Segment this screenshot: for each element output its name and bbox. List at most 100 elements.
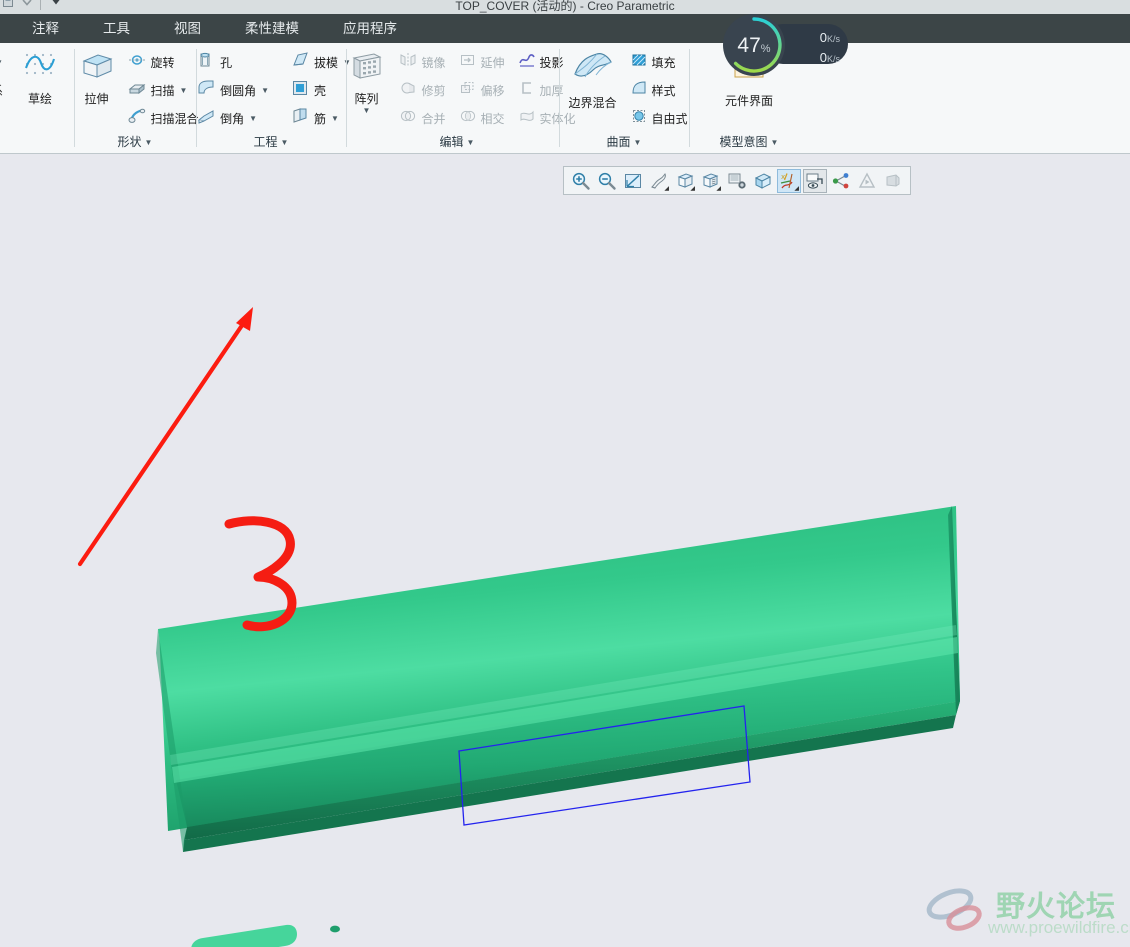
title-bar: TOP_COVER (活动的) - Creo Parametric: [0, 0, 1130, 14]
fill-label: 填充: [651, 55, 676, 70]
intersect-label: 相交: [480, 111, 505, 126]
chevron-down-icon[interactable]: ◢: [794, 185, 799, 192]
chevron-down-icon[interactable]: ▼: [363, 107, 371, 115]
extrude-button[interactable]: 拉伸: [69, 48, 125, 107]
tab-flexible-modeling[interactable]: 柔性建模: [223, 14, 321, 43]
chevron-down-icon[interactable]: ▼: [0, 58, 3, 67]
datum-plane-button[interactable]: ▼: [0, 49, 6, 75]
window-title: TOP_COVER (活动的) - Creo Parametric: [455, 0, 675, 13]
ribbon-group-engineering: 孔 倒圆角 ▼ 倒角 ▼ 拔模 壳 筋 ▼ 工程 ▼: [194, 43, 351, 154]
revolve-icon: [128, 51, 146, 74]
component-interface-label: 元件界面: [724, 94, 773, 108]
sketch-icon: [22, 50, 58, 87]
offset-button[interactable]: 偏移: [457, 77, 508, 103]
chevron-down-icon[interactable]: ◢: [716, 185, 721, 192]
datum-display-icon[interactable]: x ◢: [777, 168, 801, 193]
orient-mode-icon[interactable]: [855, 169, 879, 193]
chevron-down-icon[interactable]: ▼: [281, 138, 289, 147]
offset-icon: [460, 80, 476, 101]
ribbon-group-surfaces: 边界混合 填充 样式 自由式 曲面 ▼: [560, 43, 688, 154]
network-monitor-widget[interactable]: ▲ 0K/s ▼ 0K/s 47%: [723, 14, 848, 76]
watermark-url: www.proewildfire.cn: [988, 918, 1130, 937]
merge-label: 合并: [421, 111, 446, 126]
pattern-icon: [348, 50, 384, 87]
model-3d-body: [156, 506, 960, 852]
ribbon-group-shapes: 拉伸 旋转 扫描 ▼ 扫描混合 形状 ▼: [75, 43, 199, 154]
coordinate-system-label: 坐标系: [0, 82, 3, 99]
annotation-display-icon[interactable]: [803, 168, 827, 193]
chamfer-button[interactable]: 倒角 ▼: [194, 105, 272, 131]
chevron-down-icon[interactable]: ▼: [467, 138, 475, 147]
merge-icon: [400, 108, 416, 129]
zoom-in-icon[interactable]: [569, 169, 593, 193]
appearance-icon[interactable]: [881, 169, 905, 193]
upload-speed-value: 0K/s: [819, 29, 840, 45]
pattern-button[interactable]: 阵列 ▼: [341, 48, 391, 115]
display-style-icon[interactable]: ◢: [673, 169, 697, 193]
view-manager-icon[interactable]: [725, 169, 749, 193]
refit-icon[interactable]: [621, 169, 645, 193]
ribbon-group-title-model-intent: 模型意图 ▼: [719, 135, 779, 149]
chevron-down-icon[interactable]: ◢: [690, 185, 695, 192]
thicken-icon: [519, 80, 535, 101]
trim-button[interactable]: 修剪: [397, 77, 448, 103]
boundary-blend-icon: [571, 50, 615, 91]
repaint-icon[interactable]: ◢: [647, 169, 671, 193]
pattern-label: 阵列: [354, 92, 379, 106]
sketch-button[interactable]: 草绘: [12, 48, 68, 107]
coordinate-system-button[interactable]: 坐标系: [0, 77, 6, 103]
ribbon: ▼ 坐标系 草绘: [0, 43, 1130, 154]
chamfer-icon: [197, 107, 215, 130]
edit-column-1: 镜像 修剪 合并: [397, 48, 448, 131]
fill-button[interactable]: 填充: [628, 49, 691, 75]
model-slot-detail: [191, 924, 340, 947]
intersect-button[interactable]: 相交: [457, 105, 508, 131]
ribbon-group-title-edit: 编辑 ▼: [439, 135, 475, 149]
style-label: 样式: [651, 83, 676, 98]
swept-blend-icon: [128, 107, 146, 130]
rib-icon: [291, 107, 309, 130]
spin-center-icon[interactable]: [829, 169, 853, 193]
hole-button[interactable]: 孔: [194, 49, 272, 75]
tab-view[interactable]: 视图: [152, 14, 223, 43]
chevron-down-icon[interactable]: ◢: [664, 185, 669, 192]
tab-annotate[interactable]: 注释: [10, 14, 81, 43]
surfaces-small-column: 填充 样式 自由式: [628, 48, 691, 131]
mirror-label: 镜像: [421, 55, 446, 70]
ribbon-tab-strip: 注释 工具 视图 柔性建模 应用程序: [0, 14, 1130, 43]
round-button[interactable]: 倒圆角 ▼: [194, 77, 272, 103]
extend-button[interactable]: 延伸: [457, 49, 508, 75]
watermark-logo-icon: [926, 888, 982, 931]
tab-tools[interactable]: 工具: [81, 14, 152, 43]
trim-label: 修剪: [421, 83, 446, 98]
merge-button[interactable]: 合并: [397, 105, 448, 131]
solidify-icon: [519, 108, 535, 129]
sketch-label: 草绘: [27, 92, 52, 106]
extrude-label: 拉伸: [84, 92, 109, 106]
perspective-view-icon[interactable]: [751, 169, 775, 193]
zoom-out-icon[interactable]: [595, 169, 619, 193]
view-toolbar[interactable]: ◢ ◢ ◢ x ◢: [563, 166, 911, 195]
style-icon: [631, 80, 647, 101]
chamfer-label: 倒角: [220, 111, 245, 126]
progress-percent-label: 47%: [737, 33, 771, 57]
progress-ring[interactable]: 47%: [723, 14, 785, 76]
chevron-down-icon[interactable]: ▼: [771, 138, 779, 147]
graphics-area[interactable]: 3: [0, 155, 1130, 947]
draft-label: 拔模: [314, 55, 339, 70]
style-button[interactable]: 样式: [628, 77, 691, 103]
extrude-icon: [78, 50, 116, 87]
tab-applications[interactable]: 应用程序: [321, 14, 419, 43]
saved-views-icon[interactable]: ◢: [699, 169, 723, 193]
chevron-down-icon[interactable]: ▼: [180, 86, 188, 95]
chevron-down-icon[interactable]: ▼: [634, 138, 642, 147]
freestyle-button[interactable]: 自由式: [628, 105, 691, 131]
chevron-down-icon[interactable]: ▼: [145, 138, 153, 147]
shell-icon: [291, 79, 309, 102]
chevron-down-icon[interactable]: ▼: [261, 86, 269, 95]
chevron-down-icon[interactable]: ▼: [249, 114, 257, 123]
freestyle-label: 自由式: [651, 111, 688, 126]
boundary-blend-button[interactable]: 边界混合: [562, 48, 624, 111]
fill-icon: [631, 52, 647, 73]
mirror-button[interactable]: 镜像: [397, 49, 448, 75]
